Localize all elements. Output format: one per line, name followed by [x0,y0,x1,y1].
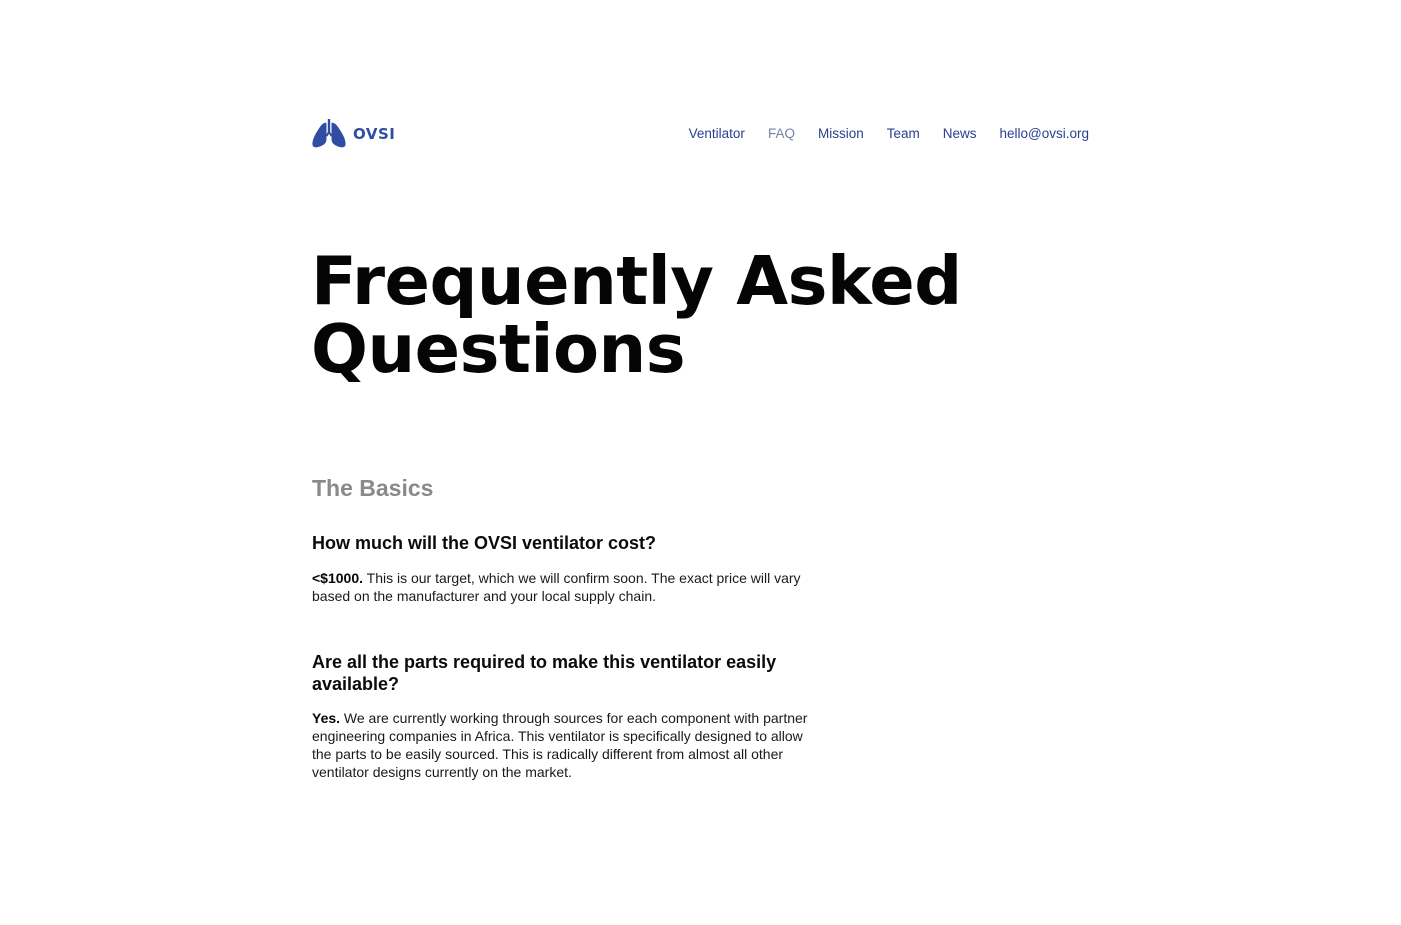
nav-link-ventilator[interactable]: Ventilator [689,125,745,143]
page-title-line-1: Frequently Asked [311,242,962,320]
page-title-line-2: Questions [311,310,686,388]
faq-answer-1-body: This is our target, which we will confir… [312,570,801,604]
page-title: Frequently Asked Questions [311,247,962,383]
lungs-icon [312,119,346,148]
main-nav: Ventilator FAQ Mission Team News hello@o… [689,125,1089,143]
nav-link-team[interactable]: Team [887,125,920,143]
faq-answer-1: <$1000. This is our target, which we wil… [312,569,812,605]
faq-answer-1-lead: <$1000. [312,570,363,586]
faq-question-1: How much will the OVSI ventilator cost? [312,533,657,553]
section-title: The Basics [312,475,434,501]
nav-link-faq[interactable]: FAQ [768,125,795,143]
logo-link[interactable]: OVSI [311,119,395,148]
nav-link-news[interactable]: News [943,125,977,143]
faq-answer-2: Yes. We are currently working through so… [312,709,817,781]
faq-answer-2-lead: Yes. [312,710,341,726]
faq-answer-2-body: We are currently working through sources… [312,710,808,780]
page: OVSI Ventilator FAQ Mission Team News he… [0,0,1401,925]
nav-link-email[interactable]: hello@ovsi.org [1000,125,1090,143]
logo-text: OVSI [353,124,396,143]
faq-question-2: Are all the parts required to make this … [312,652,777,694]
nav-link-mission[interactable]: Mission [818,125,864,143]
